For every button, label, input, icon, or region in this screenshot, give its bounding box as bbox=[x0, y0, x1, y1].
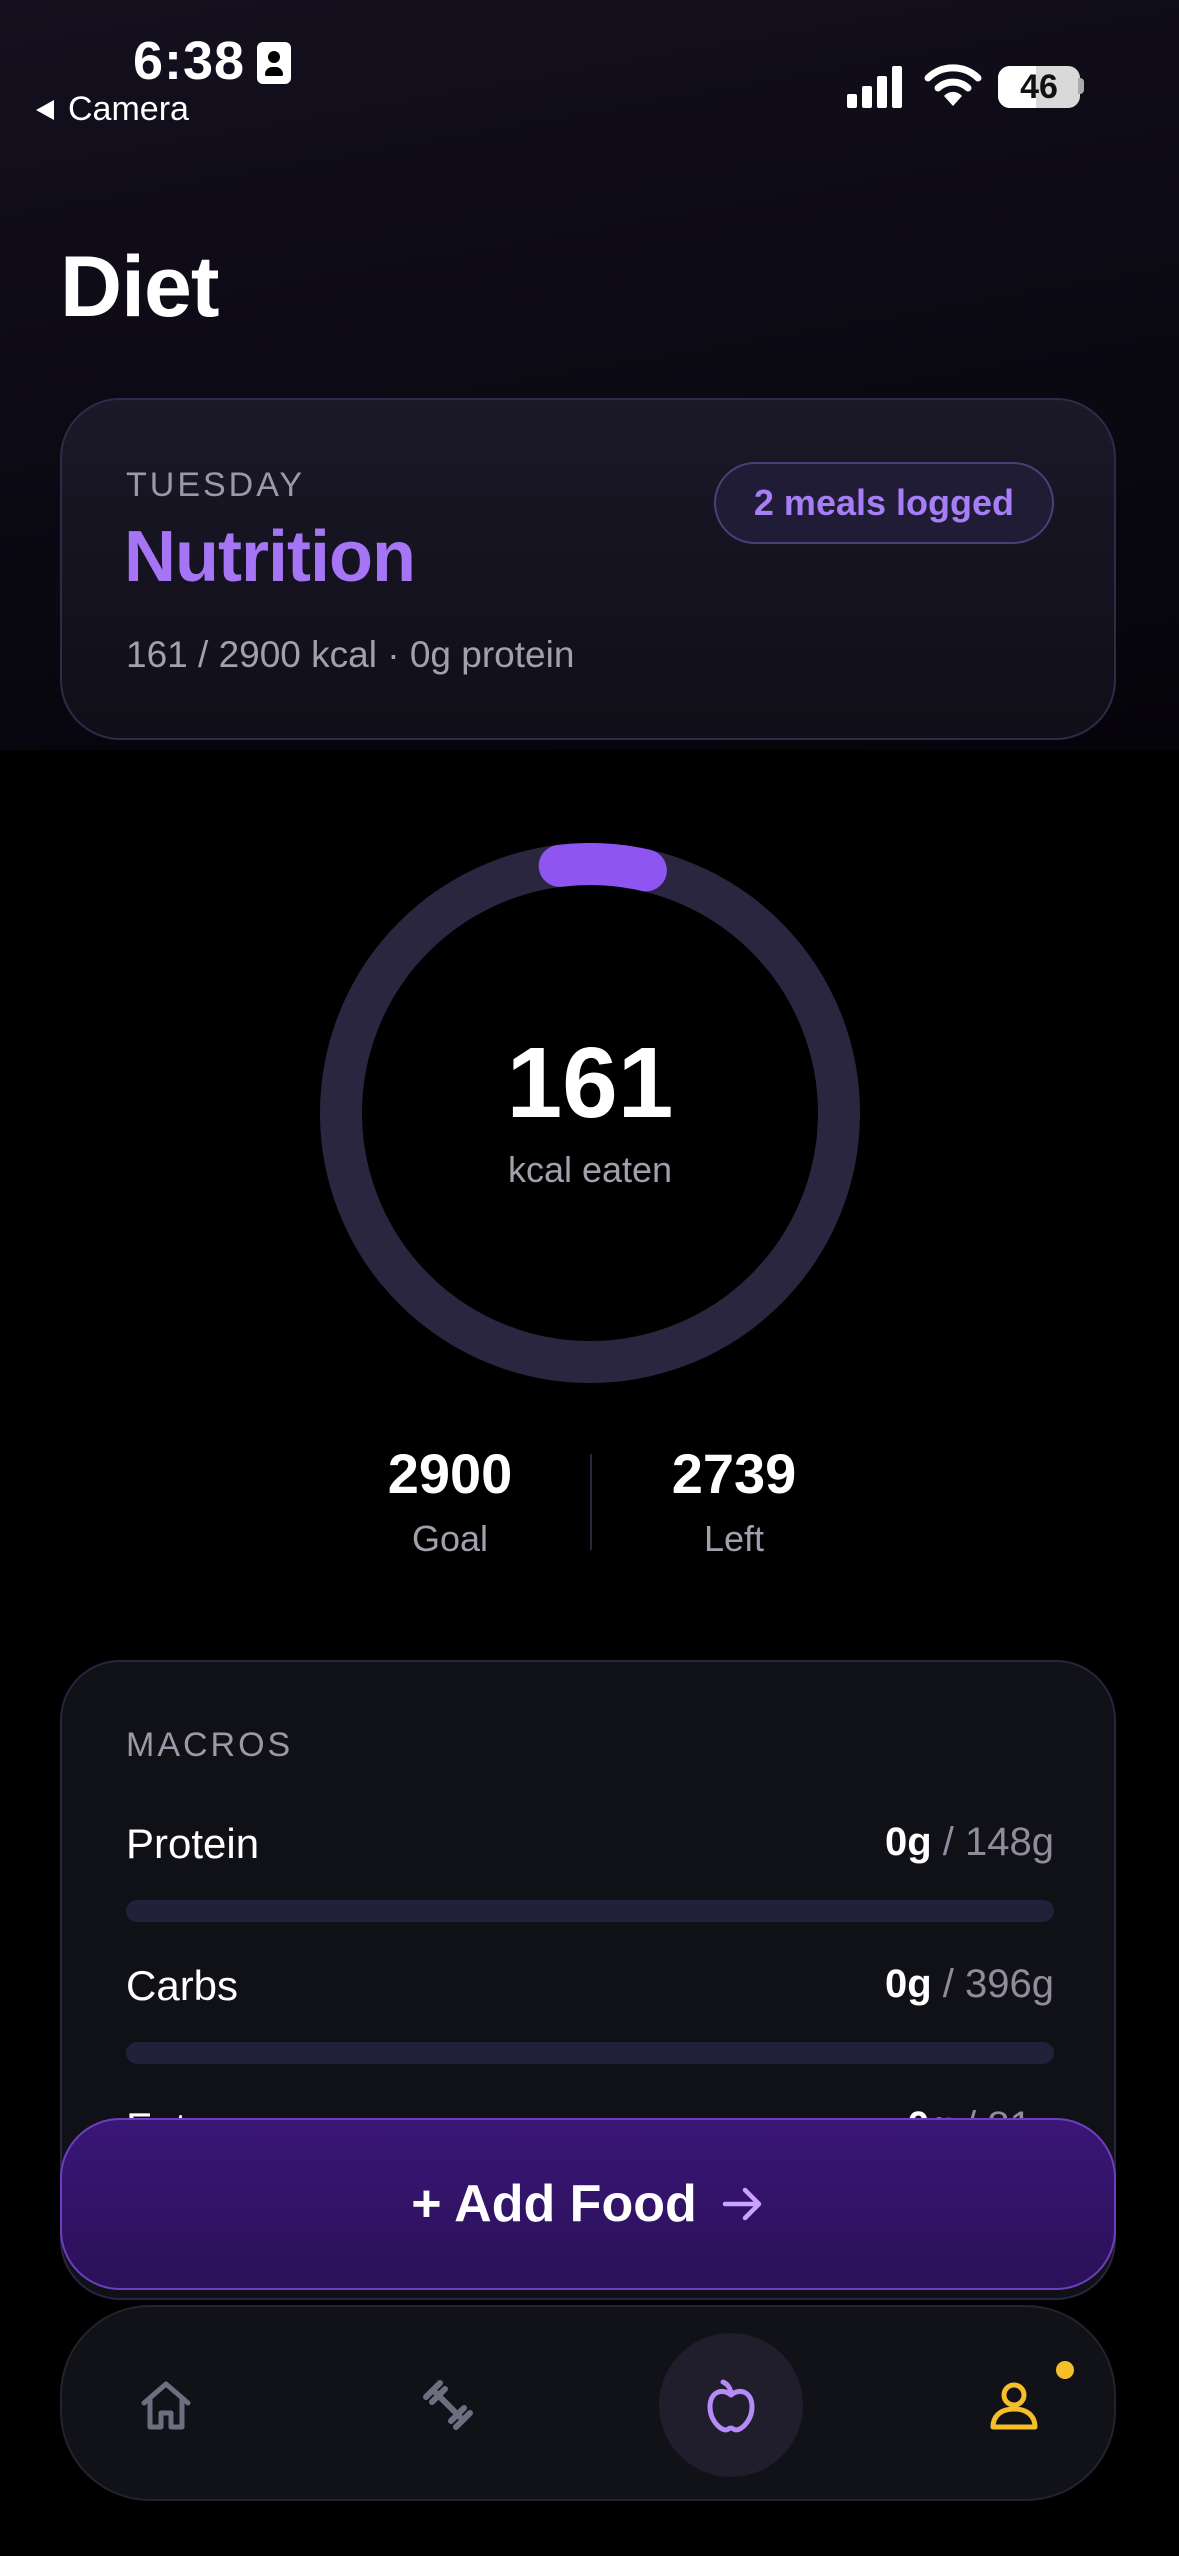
add-food-label: + Add Food bbox=[411, 2175, 697, 2233]
card-title: Nutrition bbox=[124, 517, 416, 597]
day-label: TUESDAY bbox=[126, 466, 306, 504]
back-label: Camera bbox=[68, 90, 189, 128]
calories-eaten-caption: kcal eaten bbox=[507, 1149, 673, 1190]
battery-cap bbox=[1078, 78, 1084, 94]
apple-icon bbox=[707, 2379, 755, 2433]
tab-home[interactable] bbox=[94, 2333, 238, 2477]
left-label: Left bbox=[703, 1518, 765, 1559]
battery-icon: 46 bbox=[998, 66, 1080, 108]
page-title: Diet bbox=[60, 239, 219, 335]
dumbbell-icon bbox=[423, 2380, 473, 2430]
goal-value: 2900 bbox=[387, 1442, 513, 1505]
arrow-right-icon bbox=[722, 2187, 761, 2221]
macro-amount: 0g / 148g bbox=[885, 1820, 1054, 1865]
macro-eaten: 0g bbox=[884, 1820, 932, 1864]
battery-level: 46 bbox=[1020, 67, 1058, 106]
left-stat: 2739 Left bbox=[614, 1446, 854, 1560]
back-to-camera-link[interactable]: Camera bbox=[36, 90, 189, 129]
nutrition-summary-card: TUESDAY Nutrition 161 / 2900 kcal · 0g p… bbox=[60, 398, 1116, 740]
macros-title: MACROS bbox=[126, 1726, 294, 1764]
macro-row-protein: Protein 0g / 148g bbox=[126, 1820, 1054, 1930]
left-value: 2739 bbox=[671, 1442, 797, 1505]
goal-label: Goal bbox=[411, 1518, 489, 1559]
macro-amount: 0g / 396g bbox=[885, 1962, 1054, 2007]
macro-progress-track bbox=[126, 1900, 1054, 1922]
macro-goal: 396g bbox=[965, 1962, 1054, 2006]
id-card-icon bbox=[257, 42, 291, 84]
macro-separator: / bbox=[942, 1962, 954, 2006]
goal-stat: 2900 Goal bbox=[330, 1446, 570, 1560]
add-food-button[interactable]: + Add Food bbox=[60, 2118, 1116, 2290]
macro-name: Carbs bbox=[126, 1962, 239, 2009]
meals-logged-badge[interactable]: 2 meals logged bbox=[713, 462, 1054, 544]
macro-eaten: 0g bbox=[884, 1962, 932, 2006]
macro-separator: / bbox=[942, 1820, 954, 1864]
macro-row-carbs: Carbs 0g / 396g bbox=[126, 1962, 1054, 2072]
calorie-stats: 2900 Goal 2739 Left bbox=[300, 1446, 880, 1566]
macro-name: Protein bbox=[126, 1820, 260, 1867]
card-subtitle: 161 / 2900 kcal · 0g protein bbox=[126, 634, 575, 675]
calories-eaten-value: 161 bbox=[506, 1027, 674, 1139]
calorie-ring: 161 kcal eaten bbox=[320, 843, 860, 1383]
macro-goal: 148g bbox=[965, 1820, 1054, 1864]
back-triangle-icon bbox=[36, 99, 54, 120]
notification-dot bbox=[1056, 2361, 1074, 2379]
tab-bar bbox=[60, 2305, 1116, 2501]
cellular-signal-icon bbox=[847, 66, 902, 108]
wifi-icon bbox=[924, 64, 982, 106]
macro-progress-track bbox=[126, 2042, 1054, 2064]
profile-icon bbox=[990, 2382, 1038, 2430]
stats-divider bbox=[590, 1454, 592, 1550]
home-icon bbox=[141, 2381, 191, 2430]
tab-diet[interactable] bbox=[659, 2333, 803, 2477]
ring-center: 161 kcal eaten bbox=[320, 1033, 860, 1191]
status-time: 6:38 bbox=[133, 31, 246, 91]
tab-profile[interactable] bbox=[942, 2333, 1086, 2477]
tab-workouts[interactable] bbox=[376, 2333, 520, 2477]
